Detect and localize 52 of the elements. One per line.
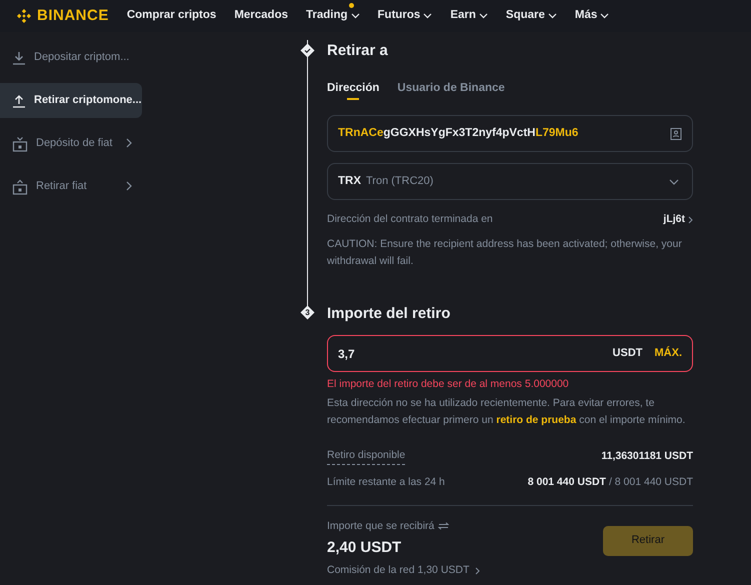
chevron-down-icon (669, 178, 679, 184)
error-message: El importe del retiro debe ser de al menos 5.000000 (327, 377, 570, 391)
upload-icon (12, 94, 26, 108)
sidebar-item[interactable]: Retirar fiat (0, 169, 142, 204)
tab[interactable]: Usuario de Binance (397, 76, 505, 100)
chevron-right-icon (475, 566, 480, 575)
chevron-down-icon (423, 13, 432, 19)
nav-link[interactable]: Futuros (378, 7, 432, 25)
nav-link[interactable]: Comprar criptos (126, 7, 216, 25)
step-number: 3 (304, 308, 310, 318)
available-value: 11,36301181 USDT (601, 448, 693, 464)
network-select[interactable]: TRX Tron (TRC20) (327, 163, 693, 200)
swap-icon (438, 522, 450, 530)
chevron-right-icon (126, 181, 132, 191)
chevron-right-icon (688, 216, 693, 224)
tab[interactable]: Dirección (327, 76, 380, 100)
chevron-down-icon (600, 13, 610, 19)
contract-label: Dirección del contrato terminada en (327, 212, 493, 228)
limit-value: 8 001 440 USDT (528, 474, 606, 490)
nav-link[interactable]: Square (506, 7, 557, 25)
network-fee-link[interactable]: Comisión de la red 1,30 USDT (327, 562, 480, 578)
nav-link[interactable]: Trading (306, 7, 360, 25)
chevron-down-icon (478, 13, 488, 19)
nav-link[interactable]: Earn (450, 7, 488, 25)
sidebar-item[interactable]: Depositar criptom... (0, 40, 142, 75)
limit-total: / 8 001 440 USDT (608, 474, 693, 490)
tray-arrow-down-icon (12, 136, 28, 152)
available-label: Retiro disponible (327, 448, 406, 465)
caution-text: CAUTION: Ensure the recipient address has been activated; otherwise, your withdrawal will fail. (327, 237, 683, 269)
currency-label: USDT (612, 346, 642, 362)
chevron-down-icon (350, 13, 360, 19)
logo-icon (16, 8, 32, 24)
max-button[interactable]: MÁX. (654, 345, 682, 362)
amount-field[interactable]: 3,7 USDT MÁX. (327, 335, 693, 372)
receive-amount: 2,40 USDT (327, 538, 402, 558)
nav-link[interactable]: Más (574, 7, 610, 25)
limit-label: Límite restante a las 24 h (327, 474, 445, 490)
section-title: Importe del retiro (327, 304, 452, 324)
contract-link[interactable]: jLj6t (663, 212, 693, 228)
download-icon (12, 50, 26, 64)
chevron-right-icon (126, 138, 132, 148)
receive-label: Importe que se recibirá (327, 518, 434, 534)
notice-text: Esta dirección no se ha utilizado recientemente. Para evitar errores, te recomendamos efectuar primero un retiro de prueba con el importe mínimo. (327, 396, 686, 428)
tray-arrow-up-icon (12, 178, 28, 194)
nav-link[interactable]: Mercados (234, 7, 288, 25)
chevron-down-icon (548, 13, 557, 19)
sidebar-item[interactable]: Depósito de fiat (0, 126, 142, 161)
sidebar-item[interactable]: Retirar criptomone... (0, 83, 142, 118)
address-book-icon (670, 128, 682, 140)
logo-text: BINANCE (37, 6, 109, 26)
section-title: Retirar a (327, 41, 389, 61)
address-field[interactable]: TRnACegGGXHsYgFx3T2nyf4pVctHL79Mu6 (327, 115, 693, 152)
